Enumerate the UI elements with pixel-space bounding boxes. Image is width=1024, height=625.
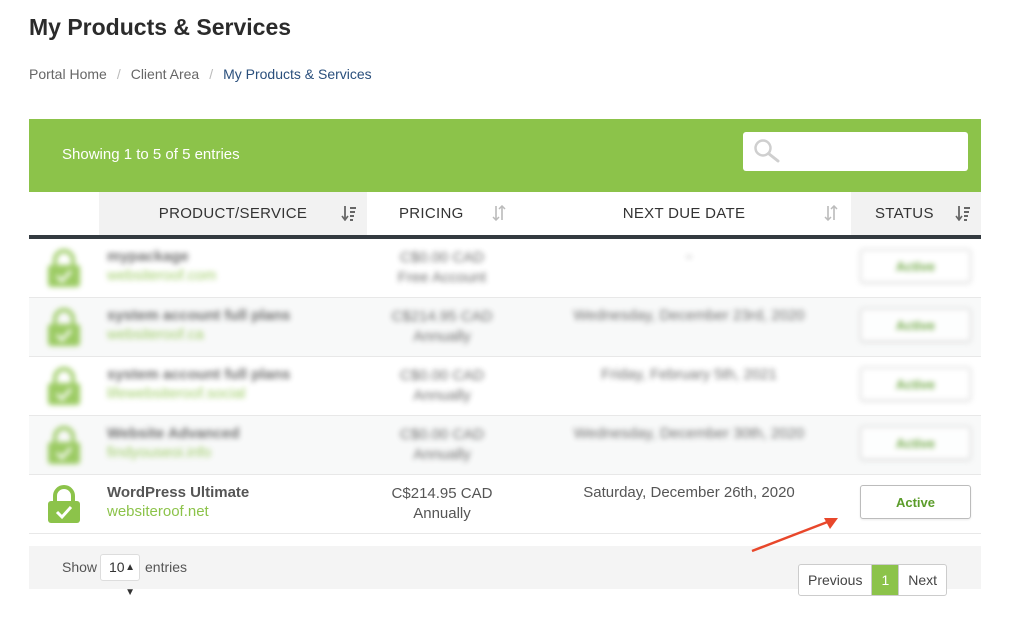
breadcrumb: Portal Home / Client Area / My Products … — [29, 66, 372, 82]
page-size-value: 10 — [109, 559, 125, 575]
sort-icon — [824, 205, 838, 221]
column-label-due-date: NEXT DUE DATE — [622, 205, 746, 222]
status-badge[interactable]: Active — [860, 426, 971, 460]
page-title: My Products & Services — [29, 14, 292, 40]
select-caret-icon: ▲ ▼ — [125, 562, 135, 598]
search-icon — [753, 138, 781, 169]
next-page-button[interactable]: Next — [898, 565, 946, 595]
table-header-bar: Showing 1 to 5 of 5 entries — [29, 119, 981, 192]
annotation-arrow — [751, 518, 838, 553]
status-badge[interactable]: Active — [860, 249, 971, 283]
entries-label: entries — [145, 559, 188, 575]
page-size-select[interactable]: 10 ▲ ▼ — [100, 554, 140, 598]
table-row[interactable]: system account full plans lifewebsiteroo… — [29, 357, 981, 416]
show-label: Show — [62, 559, 98, 575]
sort-desc-icon — [955, 206, 970, 221]
previous-page-button[interactable]: Previous — [799, 565, 873, 595]
table-row[interactable]: system account full plans websiteroof.ca… — [29, 298, 981, 357]
breadcrumb-current: My Products & Services — [223, 66, 372, 82]
search-box[interactable] — [743, 132, 968, 171]
breadcrumb-separator: / — [209, 66, 214, 82]
entries-info: Showing 1 to 5 of 5 entries — [62, 146, 240, 163]
search-input[interactable] — [783, 138, 962, 166]
breadcrumb-portal-home[interactable]: Portal Home — [29, 66, 107, 82]
sort-desc-icon — [341, 206, 356, 221]
column-label-product: PRODUCT/SERVICE — [158, 205, 308, 222]
page-number-button[interactable]: 1 — [872, 565, 899, 595]
pagination: Previous 1 Next — [798, 564, 948, 596]
status-badge[interactable]: Active — [860, 308, 971, 342]
status-badge[interactable]: Active — [860, 485, 971, 519]
breadcrumb-separator: / — [116, 66, 121, 82]
table-row[interactable]: mypackage websiteroof.com C$0.00 CAD Fre… — [29, 239, 981, 298]
column-header-due-date[interactable]: NEXT DUE DATE — [517, 192, 851, 235]
sort-icon — [492, 205, 506, 221]
table-row[interactable]: Website Advanced findyouseoi.info C$0.00… — [29, 416, 981, 475]
table-column-headers: PRODUCT/SERVICE PRICING NEXT DUE DATE ST… — [29, 192, 981, 239]
column-header-pricing[interactable]: PRICING — [367, 192, 517, 235]
breadcrumb-client-area[interactable]: Client Area — [131, 66, 199, 82]
status-badge[interactable]: Active — [860, 367, 971, 401]
column-header-status[interactable]: STATUS — [851, 192, 981, 235]
column-header-product[interactable]: PRODUCT/SERVICE — [99, 192, 367, 235]
